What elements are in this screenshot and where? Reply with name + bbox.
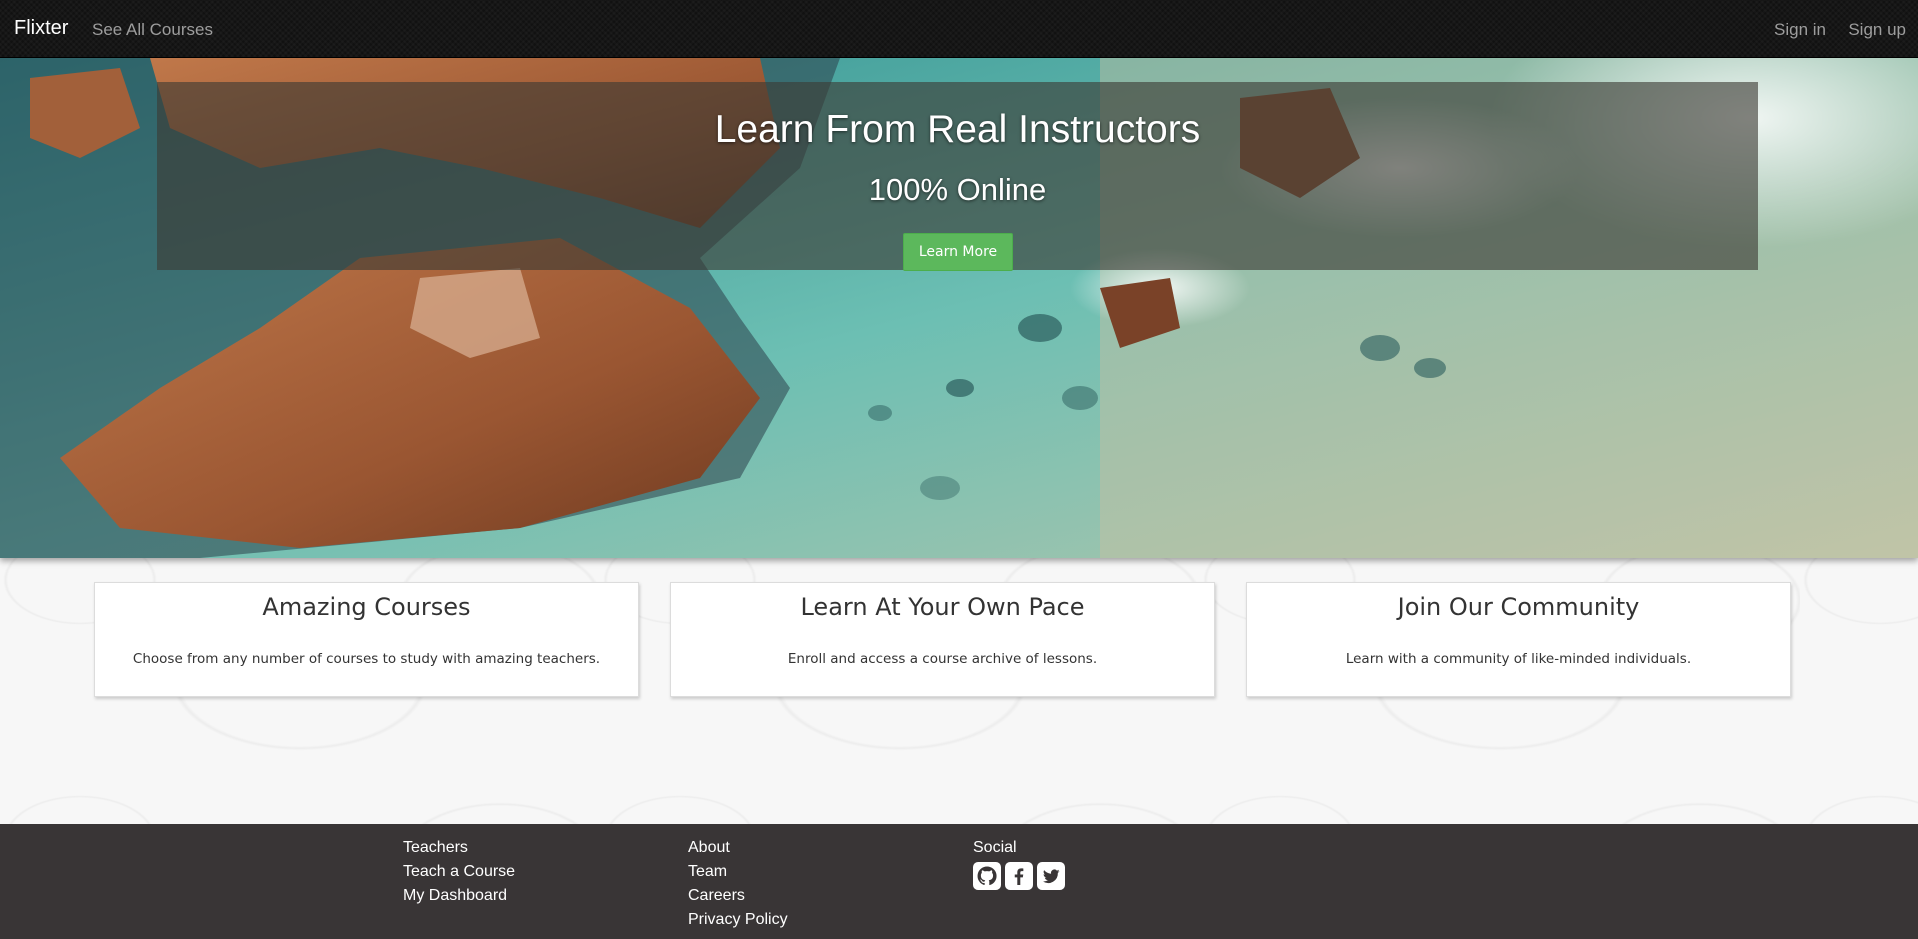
- facebook-icon[interactable]: [1005, 862, 1033, 890]
- nav-see-all-courses[interactable]: See All Courses: [92, 20, 213, 40]
- footer-column-about: About Team Careers Privacy Policy: [688, 836, 788, 932]
- footer-link-careers[interactable]: Careers: [688, 884, 788, 908]
- footer-link-team[interactable]: Team: [688, 860, 788, 884]
- hero-panel: Learn From Real Instructors 100% Online …: [157, 82, 1758, 271]
- twitter-icon[interactable]: [1037, 862, 1065, 890]
- github-icon[interactable]: [973, 862, 1001, 890]
- footer: Teachers Teach a Course My Dashboard Abo…: [0, 824, 1918, 939]
- social-heading: Social: [973, 839, 1017, 856]
- footer-link-teach-a-course[interactable]: Teach a Course: [403, 860, 515, 884]
- footer-column-teach: Teachers Teach a Course My Dashboard: [403, 836, 515, 908]
- footer-link-teachers[interactable]: Teachers: [403, 836, 515, 860]
- feature-card: Learn At Your Own Pace Enroll and access…: [670, 582, 1215, 697]
- navbar: Flixter See All Courses Sign in Sign up: [0, 0, 1918, 58]
- feature-card-text: Enroll and access a course archive of le…: [787, 651, 1098, 667]
- feature-card: Join Our Community Learn with a communit…: [1246, 582, 1791, 697]
- feature-card-text: Learn with a community of like-minded in…: [1345, 651, 1692, 667]
- feature-card-title: Join Our Community: [1397, 593, 1640, 621]
- feature-card-text: Choose from any number of courses to stu…: [132, 651, 601, 667]
- footer-column-social: Social: [973, 836, 1065, 890]
- footer-link-privacy-policy[interactable]: Privacy Policy: [688, 908, 788, 932]
- social-icons: [973, 862, 1065, 890]
- nav-sign-up[interactable]: Sign up: [1848, 20, 1906, 40]
- brand-logo[interactable]: Flixter: [14, 17, 68, 40]
- feature-card-title: Amazing Courses: [262, 593, 471, 621]
- nav-sign-in[interactable]: Sign in: [1774, 20, 1826, 40]
- hero-title: Learn From Real Instructors: [714, 108, 1201, 151]
- footer-link-my-dashboard[interactable]: My Dashboard: [403, 884, 515, 908]
- footer-link-about[interactable]: About: [688, 836, 788, 860]
- feature-card-title: Learn At Your Own Pace: [800, 593, 1085, 621]
- learn-more-button[interactable]: Learn More: [903, 233, 1013, 271]
- hero-banner: Learn From Real Instructors 100% Online …: [0, 58, 1918, 558]
- hero-subtitle: 100% Online: [868, 172, 1047, 207]
- feature-card: Amazing Courses Choose from any number o…: [94, 582, 639, 697]
